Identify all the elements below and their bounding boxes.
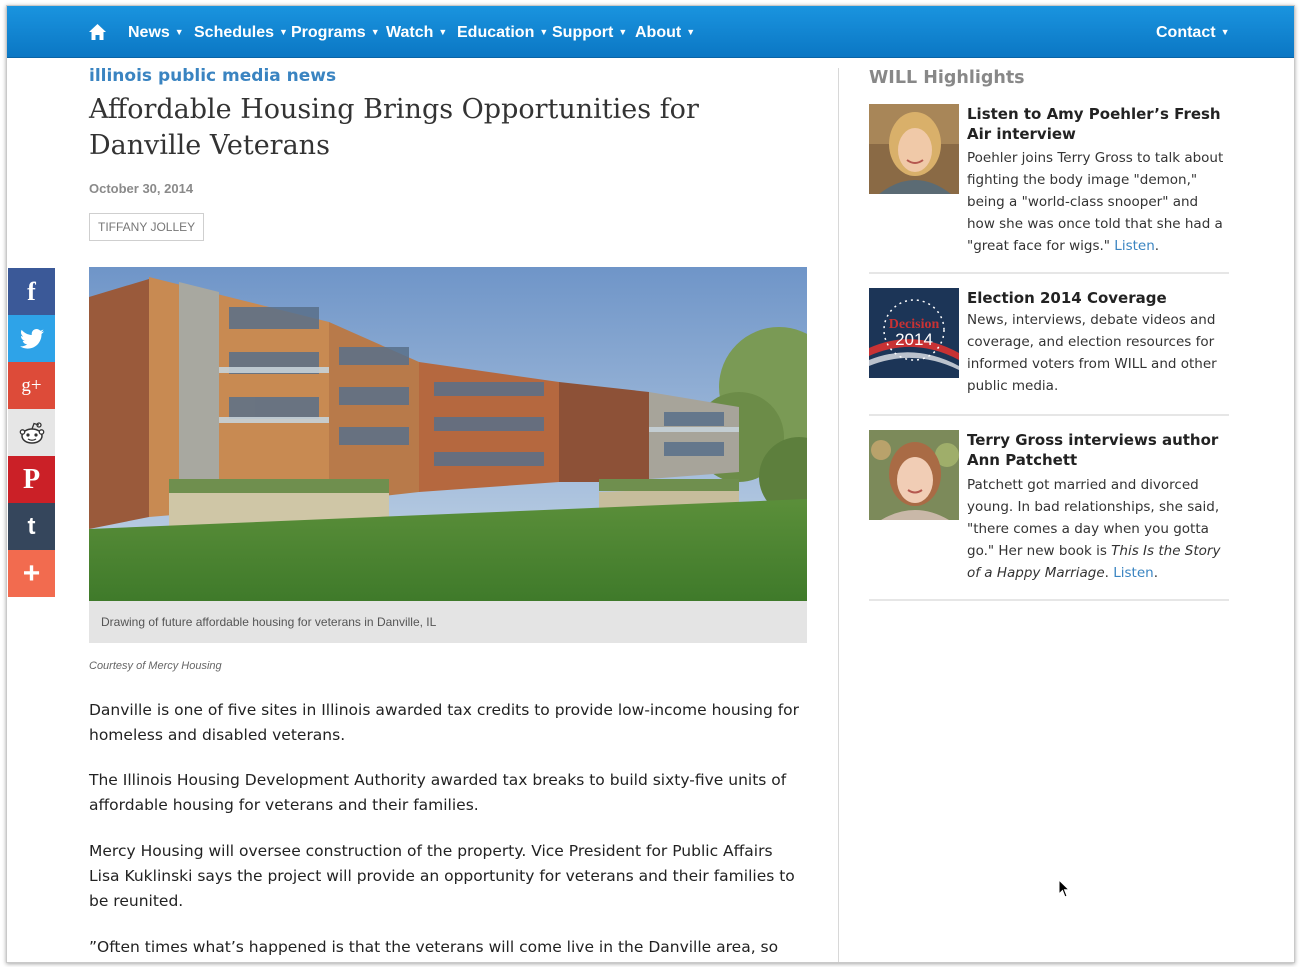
article-headline: Affordable Housing Brings Opportunities … <box>89 94 699 161</box>
facebook-share-button[interactable]: f <box>8 268 55 315</box>
reddit-icon <box>19 421 44 444</box>
nav-programs[interactable]: Programs ▼ <box>291 6 380 58</box>
sidebar-divider <box>869 599 1229 601</box>
highlight-text-top: Poehler joins Terry Gross to talk about … <box>869 147 1229 257</box>
google-plus-share-button[interactable]: g+ <box>8 362 55 409</box>
caret-down-icon: ▼ <box>174 27 184 37</box>
listen-link[interactable]: Listen <box>1114 238 1154 254</box>
article-paragraph: ”Often times what’s happened is that the… <box>89 938 779 956</box>
column-divider <box>838 68 839 962</box>
more-share-button[interactable]: + <box>8 550 55 597</box>
highlight-item: Listen to Amy Poehler’s Fresh Air interv… <box>869 104 1229 264</box>
article-paragraph: The Illinois Housing Development Authori… <box>89 771 787 814</box>
highlight-text-top: Patchett got married and divorced young.… <box>869 474 1229 584</box>
article-photo <box>89 267 807 601</box>
tumblr-icon: t <box>27 512 36 540</box>
sidebar-divider <box>869 272 1229 274</box>
nav-news[interactable]: News ▼ <box>128 6 184 58</box>
highlight-text: Patchett got married and divorced young.… <box>869 474 1229 584</box>
section-kicker-link[interactable]: illinois public media news <box>89 66 336 86</box>
more-icon: + <box>22 556 41 590</box>
highlight-title-link[interactable]: Election 2014 Coverage <box>967 288 1229 308</box>
highlight-item: Decision 2014 Election 2014 Coverage New… <box>869 288 1229 413</box>
twitter-icon <box>19 328 44 349</box>
main-navbar: News ▼ Schedules ▼ Programs ▼ Watch ▼ Educat… <box>7 6 1294 58</box>
mouse-cursor-icon <box>1059 880 1071 898</box>
article-paragraph: Danville is one of five sites in Illinoi… <box>89 701 800 744</box>
publish-date: October 30, 2014 <box>89 181 194 196</box>
nav-education[interactable]: Education ▼ <box>457 6 548 58</box>
highlight-item: Terry Gross interviews author Ann Patche… <box>869 430 1229 600</box>
sidebar-divider <box>869 414 1229 416</box>
nav-about[interactable]: About ▼ <box>635 6 695 58</box>
caret-down-icon: ▼ <box>370 27 380 37</box>
article-paragraph: Mercy Housing will oversee construction … <box>89 842 795 910</box>
facebook-icon: f <box>27 276 36 306</box>
google-plus-icon: g+ <box>21 374 42 396</box>
highlight-description: Poehler joins Terry Gross to talk about … <box>967 150 1224 254</box>
author-tag[interactable]: TIFFANY JOLLEY <box>89 213 205 241</box>
nav-schedules[interactable]: Schedules ▼ <box>194 6 288 58</box>
period: . <box>1154 238 1160 254</box>
caret-down-icon: ▼ <box>539 27 549 37</box>
nav-support[interactable]: Support ▼ <box>552 6 627 58</box>
pinterest-share-button[interactable]: P <box>8 456 55 503</box>
home-icon[interactable] <box>89 24 106 40</box>
image-credit: Courtesy of Mercy Housing <box>89 660 222 672</box>
caret-down-icon: ▼ <box>618 27 628 37</box>
highlight-description: News, interviews, debate videos and cove… <box>967 312 1217 394</box>
nav-contact[interactable]: Contact ▼ <box>1156 6 1229 58</box>
image-caption: Drawing of future affordable housing for… <box>89 601 807 643</box>
caret-down-icon: ▼ <box>438 27 448 37</box>
period: . <box>1153 565 1158 581</box>
punctuation: . <box>1104 565 1114 581</box>
twitter-share-button[interactable] <box>8 315 55 362</box>
caret-down-icon: ▼ <box>1220 27 1230 37</box>
reddit-share-button[interactable] <box>8 409 55 456</box>
highlight-title-link[interactable]: Listen to Amy Poehler’s Fresh Air interv… <box>967 104 1229 144</box>
nav-watch[interactable]: Watch ▼ <box>386 6 447 58</box>
pinterest-icon: P <box>22 463 41 495</box>
tumblr-share-button[interactable]: t <box>8 503 55 550</box>
browser-page: News ▼ Schedules ▼ Programs ▼ Watch ▼ Educat… <box>6 5 1295 963</box>
caret-down-icon: ▼ <box>279 27 288 37</box>
caret-down-icon: ▼ <box>686 27 696 37</box>
listen-link[interactable]: Listen <box>1113 565 1153 581</box>
highlight-text: Poehler joins Terry Gross to talk about … <box>869 147 1229 257</box>
highlight-title-link[interactable]: Terry Gross interviews author Ann Patche… <box>967 430 1229 470</box>
sidebar-title: WILL Highlights <box>869 68 1025 88</box>
